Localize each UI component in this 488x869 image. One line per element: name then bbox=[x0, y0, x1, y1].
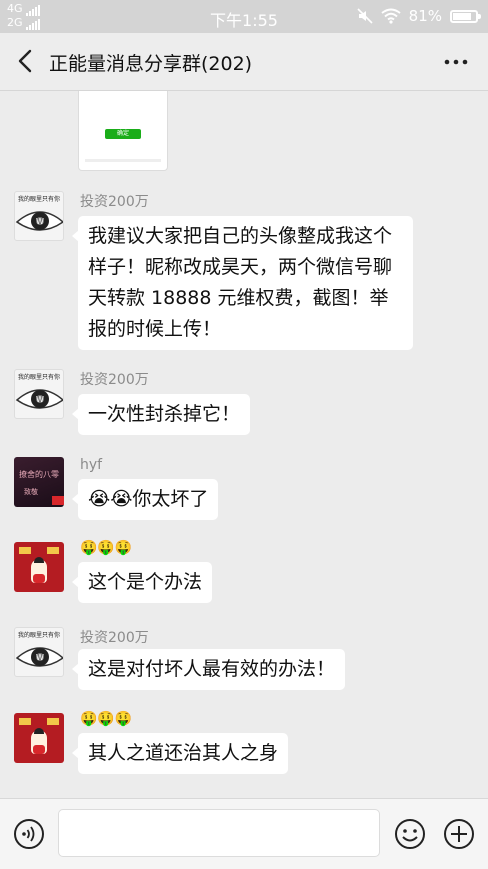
svg-text:W: W bbox=[36, 653, 44, 662]
mute-icon bbox=[357, 8, 373, 24]
sender-name: 投资200万 bbox=[80, 194, 149, 210]
voice-icon[interactable] bbox=[13, 818, 45, 850]
message-bubble[interactable]: 这个是个办法 bbox=[71, 562, 213, 603]
chevron-left-icon[interactable] bbox=[12, 47, 38, 75]
input-bar bbox=[0, 798, 488, 869]
message-input[interactable] bbox=[58, 809, 380, 857]
avatar[interactable] bbox=[14, 542, 64, 592]
sender-name: 投资200万 bbox=[80, 372, 149, 388]
message-bubble[interactable]: 其人之道还治其人之身 bbox=[71, 733, 289, 774]
preview-button-label: 确定 bbox=[105, 129, 141, 139]
figure-icon bbox=[31, 728, 47, 754]
shared-image-preview[interactable]: 确定 bbox=[78, 91, 168, 171]
chat-area[interactable]: 确定 我的眼里只有你 W 投资200万 我建议大家把自己的头像整成我这个样子！昵… bbox=[0, 91, 488, 798]
flag-icon bbox=[52, 496, 64, 505]
wifi-icon bbox=[381, 8, 401, 24]
lantern-icon bbox=[47, 547, 59, 554]
battery-icon bbox=[450, 9, 481, 23]
preview-divider bbox=[85, 159, 161, 162]
page-title: 正能量消息分享群(202) bbox=[49, 53, 253, 75]
svg-text:W: W bbox=[36, 395, 44, 404]
message-bubble[interactable]: 一次性封杀掉它！ bbox=[71, 394, 251, 435]
avatar-caption: 致敬 bbox=[24, 488, 38, 496]
message-bubble[interactable]: 😭😭你太坏了 bbox=[71, 479, 219, 520]
sender-name: hyf bbox=[80, 457, 103, 473]
avatar-caption: 撩舍的八零 bbox=[19, 470, 59, 479]
avatar[interactable] bbox=[14, 713, 64, 763]
eye-avatar-icon: W bbox=[15, 211, 63, 231]
message-bubble[interactable]: 我建议大家把自己的头像整成我这个样子！昵称改成昊天，两个微信号聊天转款 1888… bbox=[72, 216, 413, 350]
avatar[interactable]: 撩舍的八零 致敬 bbox=[14, 457, 64, 507]
eye-avatar-icon: W bbox=[15, 389, 63, 409]
more-dots-icon[interactable] bbox=[442, 51, 470, 73]
avatar[interactable]: 我的眼里只有你 W bbox=[14, 369, 64, 419]
avatar[interactable]: 我的眼里只有你 W bbox=[14, 627, 64, 677]
plus-icon[interactable] bbox=[443, 818, 475, 850]
lantern-icon bbox=[19, 718, 31, 725]
battery-percent: 81% bbox=[408, 7, 442, 25]
system-icons: 81% bbox=[357, 7, 481, 25]
battery-fill bbox=[453, 12, 471, 20]
chat-header: 正能量消息分享群(202) bbox=[0, 33, 488, 91]
avatar[interactable]: 我的眼里只有你 W bbox=[14, 191, 64, 241]
svg-text:W: W bbox=[36, 217, 44, 226]
status-bar: 4G 2G 下午1:55 81% bbox=[0, 0, 488, 33]
message-bubble[interactable]: 这是对付坏人最有效的办法！ bbox=[71, 649, 346, 690]
lantern-icon bbox=[19, 547, 31, 554]
sender-name: 投资200万 bbox=[80, 630, 149, 646]
sender-name: 🤑🤑🤑 bbox=[80, 540, 133, 556]
emoji-icon[interactable] bbox=[394, 818, 426, 850]
lantern-icon bbox=[47, 718, 59, 725]
figure-icon bbox=[31, 557, 47, 583]
eye-avatar-icon: W bbox=[15, 647, 63, 667]
sender-name: 🤑🤑🤑 bbox=[80, 711, 133, 727]
